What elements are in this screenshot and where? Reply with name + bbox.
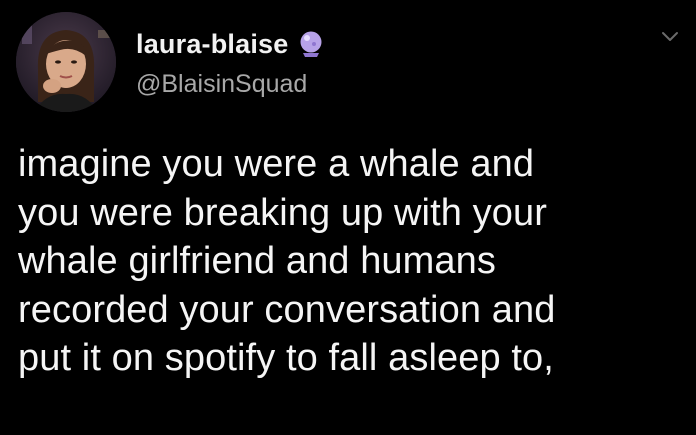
tweet-text-line: imagine you were a whale and	[18, 143, 535, 185]
tweet-header: laura-blaise @BlaisinSquad	[136, 26, 326, 99]
avatar[interactable]	[16, 12, 116, 112]
name-row: laura-blaise	[136, 26, 326, 62]
user-handle[interactable]: @BlaisinSquad	[136, 70, 326, 99]
tweet-text-line: put it on spotify to fall asleep to,	[18, 337, 554, 379]
crystal-ball-icon	[296, 29, 326, 59]
tweet-card: laura-blaise @BlaisinSquad imagine you w…	[0, 0, 696, 435]
display-name[interactable]: laura-blaise	[136, 29, 288, 60]
tweet-text: imagine you were a whale and you were br…	[18, 140, 688, 383]
tweet-text-line: recorded your conversation and	[18, 288, 556, 331]
tweet-text-line: whale girlfriend and humans	[18, 240, 496, 282]
tweet-text-line: you were breaking up with your	[18, 191, 547, 234]
chevron-down-icon[interactable]	[658, 26, 682, 46]
avatar-photo	[16, 12, 116, 112]
